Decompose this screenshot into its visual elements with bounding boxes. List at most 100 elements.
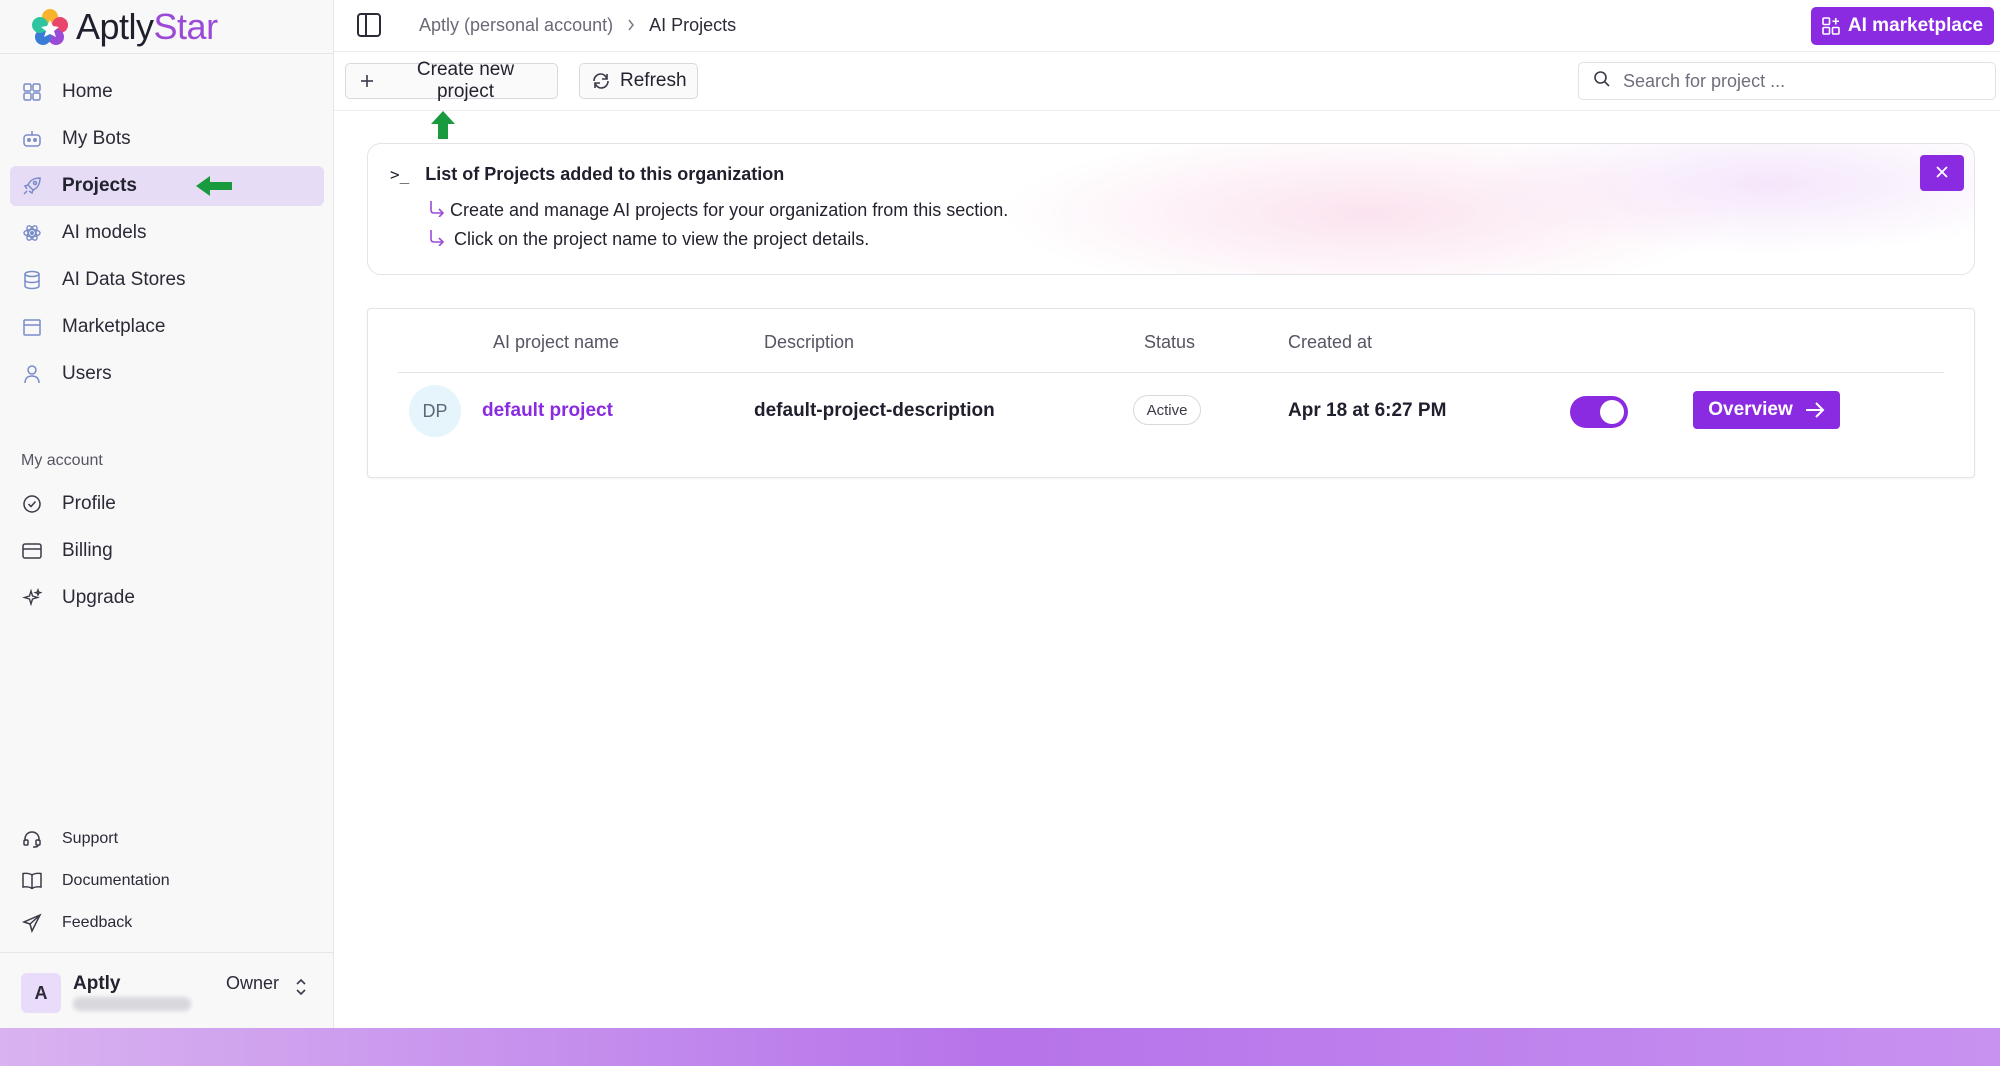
column-header-created: Created at	[1288, 332, 1373, 352]
documentation-label: Documentation	[62, 872, 170, 889]
header-divider	[398, 372, 1944, 373]
terminal-prompt-icon: >_	[390, 165, 410, 184]
check-circle-icon	[22, 494, 42, 514]
support-link[interactable]: Support	[10, 818, 324, 860]
return-arrow-icon	[428, 228, 446, 251]
search-icon	[1593, 70, 1611, 93]
refresh-icon	[592, 72, 610, 90]
close-banner-button[interactable]	[1920, 155, 1964, 191]
sidebar-item-label: AI Data Stores	[62, 269, 186, 290]
section-label-my-account: My account	[21, 452, 103, 469]
sidebar-item-label: Profile	[62, 493, 116, 514]
atom-icon	[22, 223, 42, 243]
search-input[interactable]	[1623, 70, 1983, 92]
search-box[interactable]	[1578, 62, 1996, 100]
project-description: default-project-description	[754, 400, 995, 421]
avatar: A	[21, 973, 61, 1013]
sidebar-item-label: Home	[62, 81, 113, 102]
sidebar-item-label: Marketplace	[62, 316, 166, 337]
user-switcher[interactable]: A Aptly Owner	[0, 952, 334, 1028]
status-badge: Active	[1133, 395, 1201, 425]
up-arrow-icon	[430, 110, 456, 145]
refresh-label: Refresh	[620, 70, 687, 91]
project-name-link[interactable]: default project	[482, 400, 613, 422]
info-title-text: List of Projects added to this organizat…	[425, 164, 785, 184]
brand-name: AptlyStar	[76, 5, 218, 47]
breadcrumb-current: AI Projects	[649, 15, 737, 35]
info-line: Create and manage AI projects for your o…	[428, 199, 1008, 222]
refresh-button[interactable]: Refresh	[579, 63, 698, 99]
sidebar-item-users[interactable]: Users	[10, 354, 324, 394]
bot-icon	[22, 129, 42, 149]
create-new-project-label: Create new project	[416, 59, 515, 102]
ai-marketplace-button[interactable]: AI marketplace	[1811, 7, 1994, 45]
sidebar-item-my-bots[interactable]: My Bots	[10, 119, 324, 159]
column-header-status: Status	[1144, 332, 1196, 352]
chevron-up-down-icon[interactable]	[294, 977, 308, 1002]
headset-icon	[22, 829, 42, 849]
project-created-at: Apr 18 at 6:27 PM	[1288, 400, 1447, 421]
info-line: Click on the project name to view the pr…	[428, 228, 869, 251]
sidebar-item-billing[interactable]: Billing	[10, 531, 324, 571]
book-icon	[22, 871, 42, 891]
feedback-label: Feedback	[62, 914, 133, 931]
sidebar-item-label: Upgrade	[62, 587, 135, 608]
column-header-description: Description	[764, 332, 855, 352]
breadcrumb-account[interactable]: Aptly (personal account)	[419, 15, 613, 36]
close-icon	[1935, 165, 1949, 182]
bottom-gradient-bar	[0, 1028, 2000, 1066]
return-arrow-icon	[428, 199, 446, 222]
overview-button[interactable]: Overview	[1693, 391, 1840, 429]
chevron-right-icon	[627, 15, 635, 36]
info-line-text: Create and manage AI projects for your o…	[450, 200, 1009, 220]
sidebar-item-label: My Bots	[62, 128, 131, 149]
ai-marketplace-label: AI marketplace	[1847, 15, 1984, 36]
help-links: Support Documentation Feedback	[10, 818, 324, 944]
user-email-blurred	[73, 997, 191, 1011]
user-name: Aptly	[73, 973, 121, 994]
sidebar-item-projects[interactable]: Projects	[10, 166, 324, 206]
left-arrow-icon	[194, 174, 234, 204]
logo-icon	[30, 7, 70, 47]
sidebar-item-ai-models[interactable]: AI models	[10, 213, 324, 253]
store-icon	[22, 317, 42, 337]
create-new-project-button[interactable]: Create new project	[345, 59, 558, 102]
sidebar-item-home[interactable]: Home	[10, 72, 324, 112]
info-line-text: Click on the project name to view the pr…	[454, 229, 870, 249]
sparkle-icon	[22, 588, 42, 608]
support-label: Support	[62, 830, 119, 847]
column-header-name: AI project name	[493, 332, 620, 352]
apps-add-icon	[1822, 17, 1840, 35]
sidebar-item-label: AI models	[62, 222, 147, 243]
arrow-right-icon	[1805, 400, 1825, 420]
top-bar: Aptly (personal account) AI Projects AI …	[334, 0, 2000, 52]
project-avatar: DP	[409, 385, 461, 437]
projects-table: AI project name Description Status Creat…	[367, 308, 1975, 478]
project-enabled-toggle[interactable]	[1570, 396, 1628, 428]
overview-label: Overview	[1708, 399, 1793, 420]
sidebar-item-label: Users	[62, 363, 112, 384]
sidebar-item-profile[interactable]: Profile	[10, 484, 324, 524]
sidebar-item-ai-data-stores[interactable]: AI Data Stores	[10, 260, 324, 300]
sidebar-item-label: Billing	[62, 540, 113, 561]
main-nav: Home My Bots Projects AI models AI Data …	[10, 72, 324, 401]
sidebar-item-marketplace[interactable]: Marketplace	[10, 307, 324, 347]
sidebar-toggle-icon[interactable]	[356, 12, 382, 38]
database-icon	[22, 270, 42, 290]
documentation-link[interactable]: Documentation	[10, 860, 324, 902]
account-nav: Profile Billing Upgrade	[10, 484, 324, 625]
home-grid-icon	[22, 82, 42, 102]
toolbar: Create new project Refresh	[334, 52, 2000, 111]
plus-icon	[358, 72, 376, 90]
sidebar: AptlyStar Home My Bots Projects AI model…	[0, 0, 334, 1028]
feedback-link[interactable]: Feedback	[10, 902, 324, 944]
send-icon	[22, 913, 42, 933]
brand-header: AptlyStar	[0, 0, 334, 54]
user-role: Owner	[226, 973, 280, 993]
rocket-icon	[22, 176, 42, 196]
user-icon	[22, 364, 42, 384]
info-banner: >_ List of Projects added to this organi…	[367, 143, 1975, 275]
sidebar-item-label: Projects	[62, 175, 137, 196]
sidebar-item-upgrade[interactable]: Upgrade	[10, 578, 324, 618]
breadcrumb: Aptly (personal account) AI Projects	[419, 15, 736, 36]
